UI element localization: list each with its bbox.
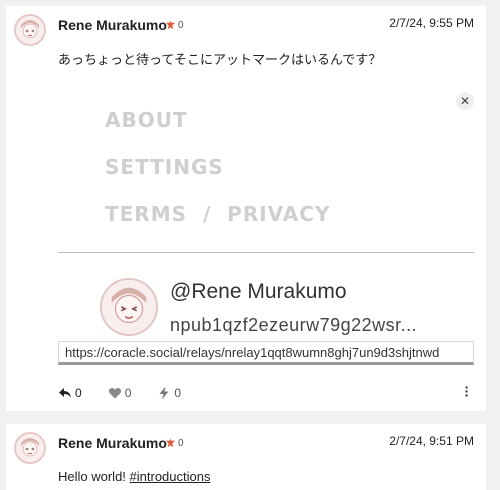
zap-badge: 0	[165, 20, 184, 31]
preview-menu-about: ABOUT	[105, 108, 188, 132]
reply-count: 0	[75, 386, 82, 400]
post-timestamp[interactable]: 2/7/24, 9:51 PM	[389, 434, 474, 448]
preview-profile-avatar	[100, 278, 158, 336]
note-card: Rene Murakumo 0 2/7/24, 9:51 PM Hello wo…	[6, 424, 486, 490]
post-text: Hello world!	[58, 469, 130, 484]
link-preview[interactable]: ✕ ABOUT SETTINGS TERMS / PRIVACY @Rene M…	[56, 88, 478, 368]
preview-menu-settings: SETTINGS	[105, 155, 224, 179]
zap-count: 0	[174, 386, 182, 400]
preview-profile-npub: npub1qzf2ezeurw79g22wsr...	[170, 315, 418, 335]
zap-icon	[159, 386, 169, 400]
reply-button[interactable]: 0	[58, 386, 82, 400]
author-name[interactable]: Rene Murakumo	[58, 17, 167, 33]
author-avatar[interactable]	[14, 432, 46, 464]
zap-badge-icon	[165, 20, 176, 30]
zap-badge-count: 0	[178, 438, 184, 449]
author-avatar[interactable]	[14, 14, 46, 46]
preview-menu-terms-privacy: TERMS / PRIVACY	[105, 202, 331, 226]
post-timestamp[interactable]: 2/7/24, 9:55 PM	[389, 16, 474, 30]
zap-badge-icon	[165, 438, 176, 448]
post-content: あっちょっと待ってそこにアットマークはいるんです？	[58, 52, 382, 67]
reply-icon	[59, 388, 71, 398]
zap-badge: 0	[165, 438, 184, 449]
preview-divider	[58, 252, 474, 253]
zap-button[interactable]: 0	[157, 386, 181, 400]
preview-profile-handle: @Rene Murakumo	[170, 280, 347, 303]
like-button[interactable]: 0	[108, 386, 132, 400]
note-card: Rene Murakumo 0 2/7/24, 9:55 PM あっちょっと待っ…	[6, 6, 486, 411]
like-count: 0	[124, 386, 132, 400]
post-content: Hello world! #introductions	[58, 469, 210, 484]
preview-url[interactable]: https://coracle.social/relays/nrelay1qqt…	[58, 341, 474, 365]
more-vertical-icon[interactable]: · · ·	[464, 380, 470, 402]
hashtag-link[interactable]: #introductions	[130, 469, 211, 484]
post-actions: 0 0 0	[58, 386, 207, 400]
heart-icon	[108, 387, 121, 399]
author-name[interactable]: Rene Murakumo	[58, 435, 167, 451]
close-icon[interactable]: ✕	[456, 92, 474, 110]
zap-badge-count: 0	[178, 20, 184, 31]
